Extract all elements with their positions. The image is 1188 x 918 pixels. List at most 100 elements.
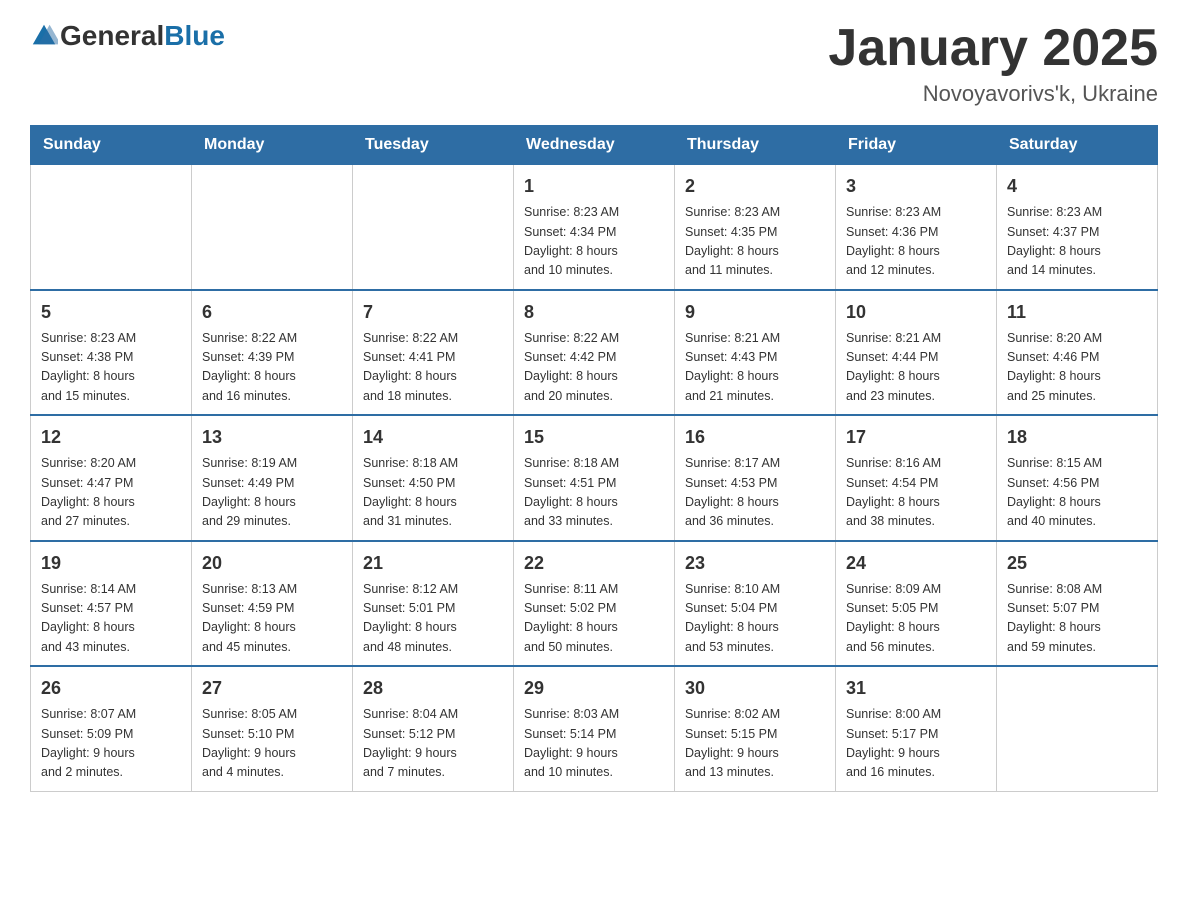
calendar-cell: 24 Sunrise: 8:09 AMSunset: 5:05 PMDayligh… (836, 541, 997, 667)
day-number: 9 (685, 299, 825, 326)
logo-text-general: General (60, 20, 164, 51)
calendar-cell: 28Sunrise: 8:04 AMSunset: 5:12 PMDayligh… (353, 666, 514, 791)
day-number: 31 (846, 675, 986, 702)
day-of-week-header: Thursday (675, 126, 836, 165)
calendar-body: 1Sunrise: 8:23 AMSunset: 4:34 PMDaylight… (31, 165, 1158, 792)
day-info: Sunrise: 8:23 AMSunset: 4:35 PMDaylight:… (685, 203, 825, 281)
calendar-cell: 26Sunrise: 8:07 AMSunset: 5:09 PMDayligh… (31, 666, 192, 791)
calendar-week-row: 19 Sunrise: 8:14 AMSunset: 4:57 PMDayligh… (31, 541, 1158, 667)
calendar-cell: 2 Sunrise: 8:23 AMSunset: 4:35 PMDaylight… (675, 165, 836, 290)
calendar-cell: 22 Sunrise: 8:11 AMSunset: 5:02 PMDayligh… (514, 541, 675, 667)
day-info: Sunrise: 8:12 AMSunset: 5:01 PMDaylight:… (363, 580, 503, 658)
calendar-cell: 23Sunrise: 8:10 AMSunset: 5:04 PMDayligh… (675, 541, 836, 667)
day-number: 13 (202, 424, 342, 451)
day-of-week-header: Saturday (997, 126, 1158, 165)
day-info: Sunrise: 8:04 AMSunset: 5:12 PMDaylight:… (363, 705, 503, 783)
day-number: 10 (846, 299, 986, 326)
day-info: Sunrise: 8:23 AMSunset: 4:38 PMDaylight:… (41, 329, 181, 407)
day-info: Sunrise: 8:23 AMSunset: 4:37 PMDaylight:… (1007, 203, 1147, 281)
day-info: Sunrise: 8:03 AMSunset: 5:14 PMDaylight:… (524, 705, 664, 783)
calendar-cell: 6 Sunrise: 8:22 AMSunset: 4:39 PMDaylight… (192, 290, 353, 416)
day-info: Sunrise: 8:11 AMSunset: 5:02 PMDaylight:… (524, 580, 664, 658)
day-of-week-header: Friday (836, 126, 997, 165)
calendar-cell: 31 Sunrise: 8:00 AMSunset: 5:17 PMDayligh… (836, 666, 997, 791)
calendar-cell (353, 165, 514, 290)
location: Novoyavorivs'k, Ukraine (828, 81, 1158, 107)
day-info: Sunrise: 8:08 AMSunset: 5:07 PMDaylight:… (1007, 580, 1147, 658)
day-info: Sunrise: 8:22 AMSunset: 4:39 PMDaylight:… (202, 329, 342, 407)
logo-icon (30, 22, 58, 50)
day-number: 18 (1007, 424, 1147, 451)
day-of-week-header: Monday (192, 126, 353, 165)
calendar-cell: 16 Sunrise: 8:17 AMSunset: 4:53 PMDayligh… (675, 415, 836, 541)
calendar-cell: 4Sunrise: 8:23 AMSunset: 4:37 PMDaylight… (997, 165, 1158, 290)
day-number: 19 (41, 550, 181, 577)
day-info: Sunrise: 8:17 AMSunset: 4:53 PMDaylight:… (685, 454, 825, 532)
day-info: Sunrise: 8:09 AMSunset: 5:05 PMDaylight:… (846, 580, 986, 658)
day-number: 7 (363, 299, 503, 326)
days-of-week-row: SundayMondayTuesdayWednesdayThursdayFrid… (31, 126, 1158, 165)
calendar-cell: 3 Sunrise: 8:23 AMSunset: 4:36 PMDaylight… (836, 165, 997, 290)
calendar-cell (997, 666, 1158, 791)
day-number: 29 (524, 675, 664, 702)
day-number: 24 (846, 550, 986, 577)
day-number: 26 (41, 675, 181, 702)
day-info: Sunrise: 8:22 AMSunset: 4:41 PMDaylight:… (363, 329, 503, 407)
day-info: Sunrise: 8:02 AMSunset: 5:15 PMDaylight:… (685, 705, 825, 783)
calendar-cell: 9 Sunrise: 8:21 AMSunset: 4:43 PMDaylight… (675, 290, 836, 416)
calendar-cell: 12Sunrise: 8:20 AMSunset: 4:47 PMDayligh… (31, 415, 192, 541)
day-number: 25 (1007, 550, 1147, 577)
calendar-cell: 8Sunrise: 8:22 AMSunset: 4:42 PMDaylight… (514, 290, 675, 416)
day-info: Sunrise: 8:22 AMSunset: 4:42 PMDaylight:… (524, 329, 664, 407)
logo-text-blue: Blue (164, 20, 225, 51)
day-info: Sunrise: 8:13 AMSunset: 4:59 PMDaylight:… (202, 580, 342, 658)
calendar-week-row: 1Sunrise: 8:23 AMSunset: 4:34 PMDaylight… (31, 165, 1158, 290)
title-area: January 2025 Novoyavorivs'k, Ukraine (828, 20, 1158, 107)
calendar-header: SundayMondayTuesdayWednesdayThursdayFrid… (31, 126, 1158, 165)
calendar-cell: 27 Sunrise: 8:05 AMSunset: 5:10 PMDayligh… (192, 666, 353, 791)
calendar-cell: 18Sunrise: 8:15 AMSunset: 4:56 PMDayligh… (997, 415, 1158, 541)
day-number: 2 (685, 173, 825, 200)
calendar-week-row: 5Sunrise: 8:23 AMSunset: 4:38 PMDaylight… (31, 290, 1158, 416)
day-number: 21 (363, 550, 503, 577)
calendar-cell: 21 Sunrise: 8:12 AMSunset: 5:01 PMDayligh… (353, 541, 514, 667)
calendar-cell: 5Sunrise: 8:23 AMSunset: 4:38 PMDaylight… (31, 290, 192, 416)
calendar-cell: 10 Sunrise: 8:21 AMSunset: 4:44 PMDayligh… (836, 290, 997, 416)
calendar-cell: 25 Sunrise: 8:08 AMSunset: 5:07 PMDayligh… (997, 541, 1158, 667)
day-number: 27 (202, 675, 342, 702)
calendar-cell: 29 Sunrise: 8:03 AMSunset: 5:14 PMDayligh… (514, 666, 675, 791)
day-info: Sunrise: 8:18 AMSunset: 4:50 PMDaylight:… (363, 454, 503, 532)
day-info: Sunrise: 8:16 AMSunset: 4:54 PMDaylight:… (846, 454, 986, 532)
page-header: GeneralBlue January 2025 Novoyavorivs'k,… (30, 20, 1158, 107)
calendar-table: SundayMondayTuesdayWednesdayThursdayFrid… (30, 125, 1158, 792)
day-number: 14 (363, 424, 503, 451)
calendar-cell: 20Sunrise: 8:13 AMSunset: 4:59 PMDayligh… (192, 541, 353, 667)
day-number: 30 (685, 675, 825, 702)
day-info: Sunrise: 8:18 AMSunset: 4:51 PMDaylight:… (524, 454, 664, 532)
calendar-cell (192, 165, 353, 290)
day-of-week-header: Tuesday (353, 126, 514, 165)
day-number: 3 (846, 173, 986, 200)
calendar-cell: 1Sunrise: 8:23 AMSunset: 4:34 PMDaylight… (514, 165, 675, 290)
day-info: Sunrise: 8:20 AMSunset: 4:47 PMDaylight:… (41, 454, 181, 532)
calendar-cell: 7 Sunrise: 8:22 AMSunset: 4:41 PMDaylight… (353, 290, 514, 416)
month-title: January 2025 (828, 20, 1158, 77)
logo: GeneralBlue (30, 20, 225, 52)
day-number: 11 (1007, 299, 1147, 326)
day-info: Sunrise: 8:21 AMSunset: 4:44 PMDaylight:… (846, 329, 986, 407)
day-info: Sunrise: 8:05 AMSunset: 5:10 PMDaylight:… (202, 705, 342, 783)
calendar-cell: 30 Sunrise: 8:02 AMSunset: 5:15 PMDayligh… (675, 666, 836, 791)
day-info: Sunrise: 8:14 AMSunset: 4:57 PMDaylight:… (41, 580, 181, 658)
day-info: Sunrise: 8:23 AMSunset: 4:36 PMDaylight:… (846, 203, 986, 281)
calendar-week-row: 12Sunrise: 8:20 AMSunset: 4:47 PMDayligh… (31, 415, 1158, 541)
day-info: Sunrise: 8:00 AMSunset: 5:17 PMDaylight:… (846, 705, 986, 783)
day-number: 6 (202, 299, 342, 326)
day-number: 16 (685, 424, 825, 451)
day-number: 22 (524, 550, 664, 577)
day-of-week-header: Wednesday (514, 126, 675, 165)
day-number: 15 (524, 424, 664, 451)
day-info: Sunrise: 8:21 AMSunset: 4:43 PMDaylight:… (685, 329, 825, 407)
day-of-week-header: Sunday (31, 126, 192, 165)
day-number: 17 (846, 424, 986, 451)
day-info: Sunrise: 8:20 AMSunset: 4:46 PMDaylight:… (1007, 329, 1147, 407)
